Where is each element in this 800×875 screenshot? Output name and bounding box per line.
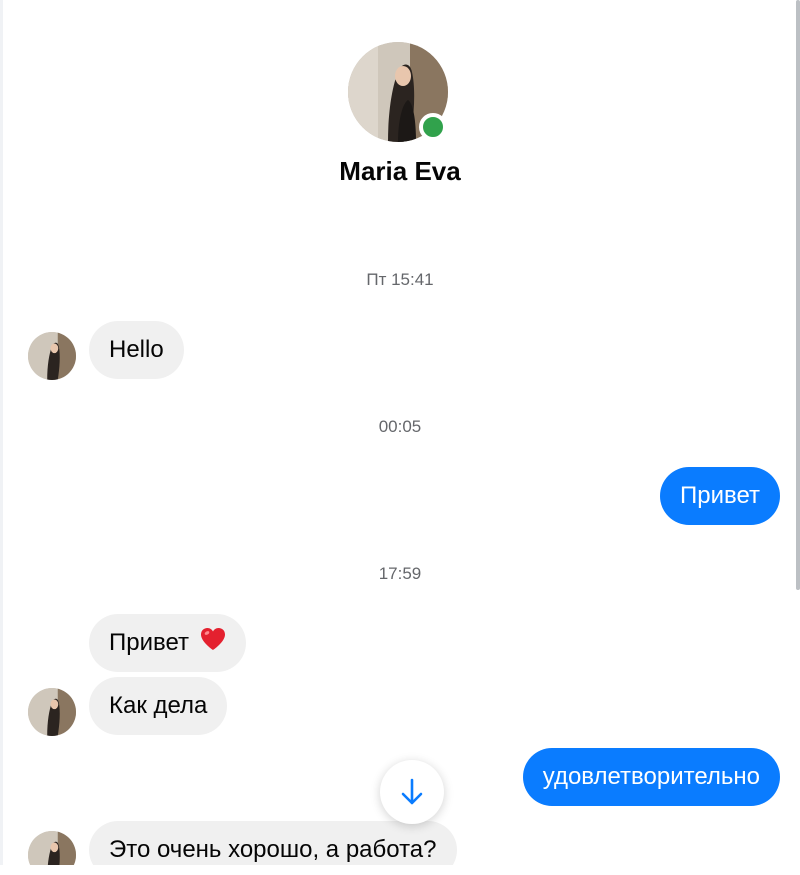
contact-avatar[interactable] — [28, 688, 76, 736]
timestamp: Пт 15:41 — [366, 270, 434, 289]
outgoing-message[interactable]: Привет — [659, 467, 780, 525]
contact-photo — [28, 332, 76, 380]
heart-icon — [200, 615, 226, 673]
scrollbar[interactable] — [796, 0, 800, 590]
timestamp: 17:59 — [378, 564, 422, 583]
incoming-message[interactable]: Hello — [89, 321, 184, 379]
outgoing-message[interactable]: удовлетворительно — [522, 748, 780, 806]
incoming-message[interactable]: Привет — [89, 614, 246, 672]
incoming-message[interactable]: Как дела — [89, 677, 228, 735]
online-status-dot — [419, 113, 447, 141]
arrow-down-icon — [401, 778, 423, 805]
scroll-to-bottom-button[interactable] — [380, 760, 444, 824]
contact-name[interactable]: Maria Eva — [0, 156, 800, 187]
bottom-edge — [0, 865, 800, 875]
chat-viewport: Maria Eva Пт 15:41 Hello 00:05 Привет 17… — [0, 0, 800, 875]
contact-photo — [28, 688, 76, 736]
message-text: Привет — [109, 629, 190, 656]
timestamp: 00:05 — [378, 417, 422, 436]
left-divider — [0, 0, 3, 875]
contact-avatar[interactable] — [28, 332, 76, 380]
